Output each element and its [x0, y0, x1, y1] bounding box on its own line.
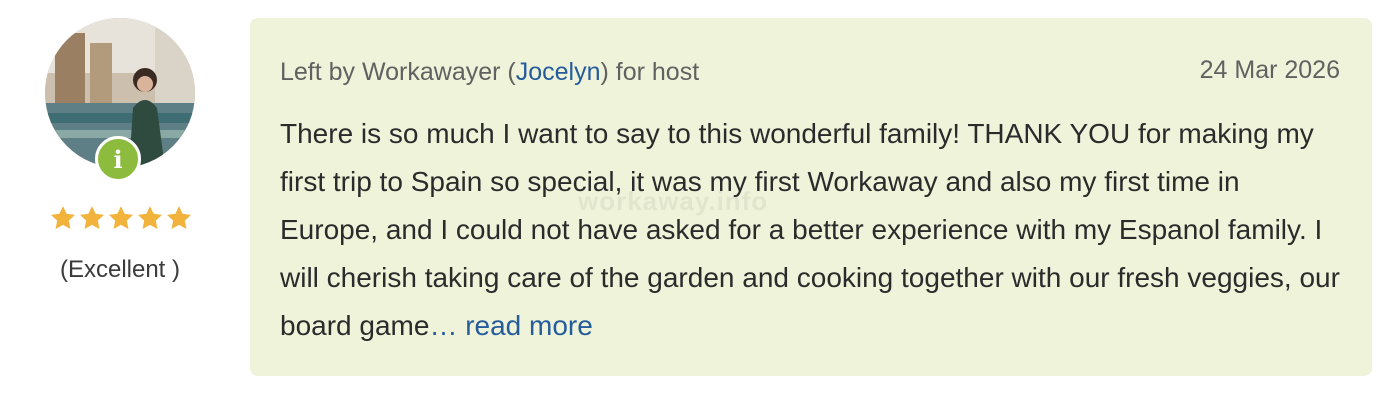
ellipsis: …	[429, 310, 458, 341]
review-item: i (Excellent ) Left by Workawayer (Jocel…	[0, 0, 1394, 406]
review-text: There is so much I want to say to this w…	[280, 110, 1345, 350]
meta-suffix: ) for host	[600, 58, 700, 86]
star-icon	[108, 206, 134, 229]
review-body: There is so much I want to say to this w…	[280, 118, 1340, 341]
read-more-label: read more	[457, 310, 593, 341]
star-icon	[137, 206, 163, 229]
info-icon[interactable]: i	[95, 136, 141, 182]
avatar-container: i	[45, 18, 195, 182]
star-icon	[50, 206, 76, 229]
review-date: 24 Mar 2026	[1199, 56, 1340, 84]
rating-label: (Excellent )	[59, 256, 181, 283]
star-icon	[166, 206, 192, 229]
meta-prefix: Left by Workawayer (	[280, 58, 516, 86]
review-meta: Left by Workawayer (Jocelyn) for host	[280, 58, 699, 87]
reviewer-name-link[interactable]: Jocelyn	[516, 58, 601, 86]
read-more-link[interactable]: … read more	[429, 310, 592, 341]
rating-stars	[49, 204, 194, 232]
star-icon	[79, 206, 105, 229]
review-card: Left by Workawayer (Jocelyn) for host 24…	[250, 18, 1372, 376]
